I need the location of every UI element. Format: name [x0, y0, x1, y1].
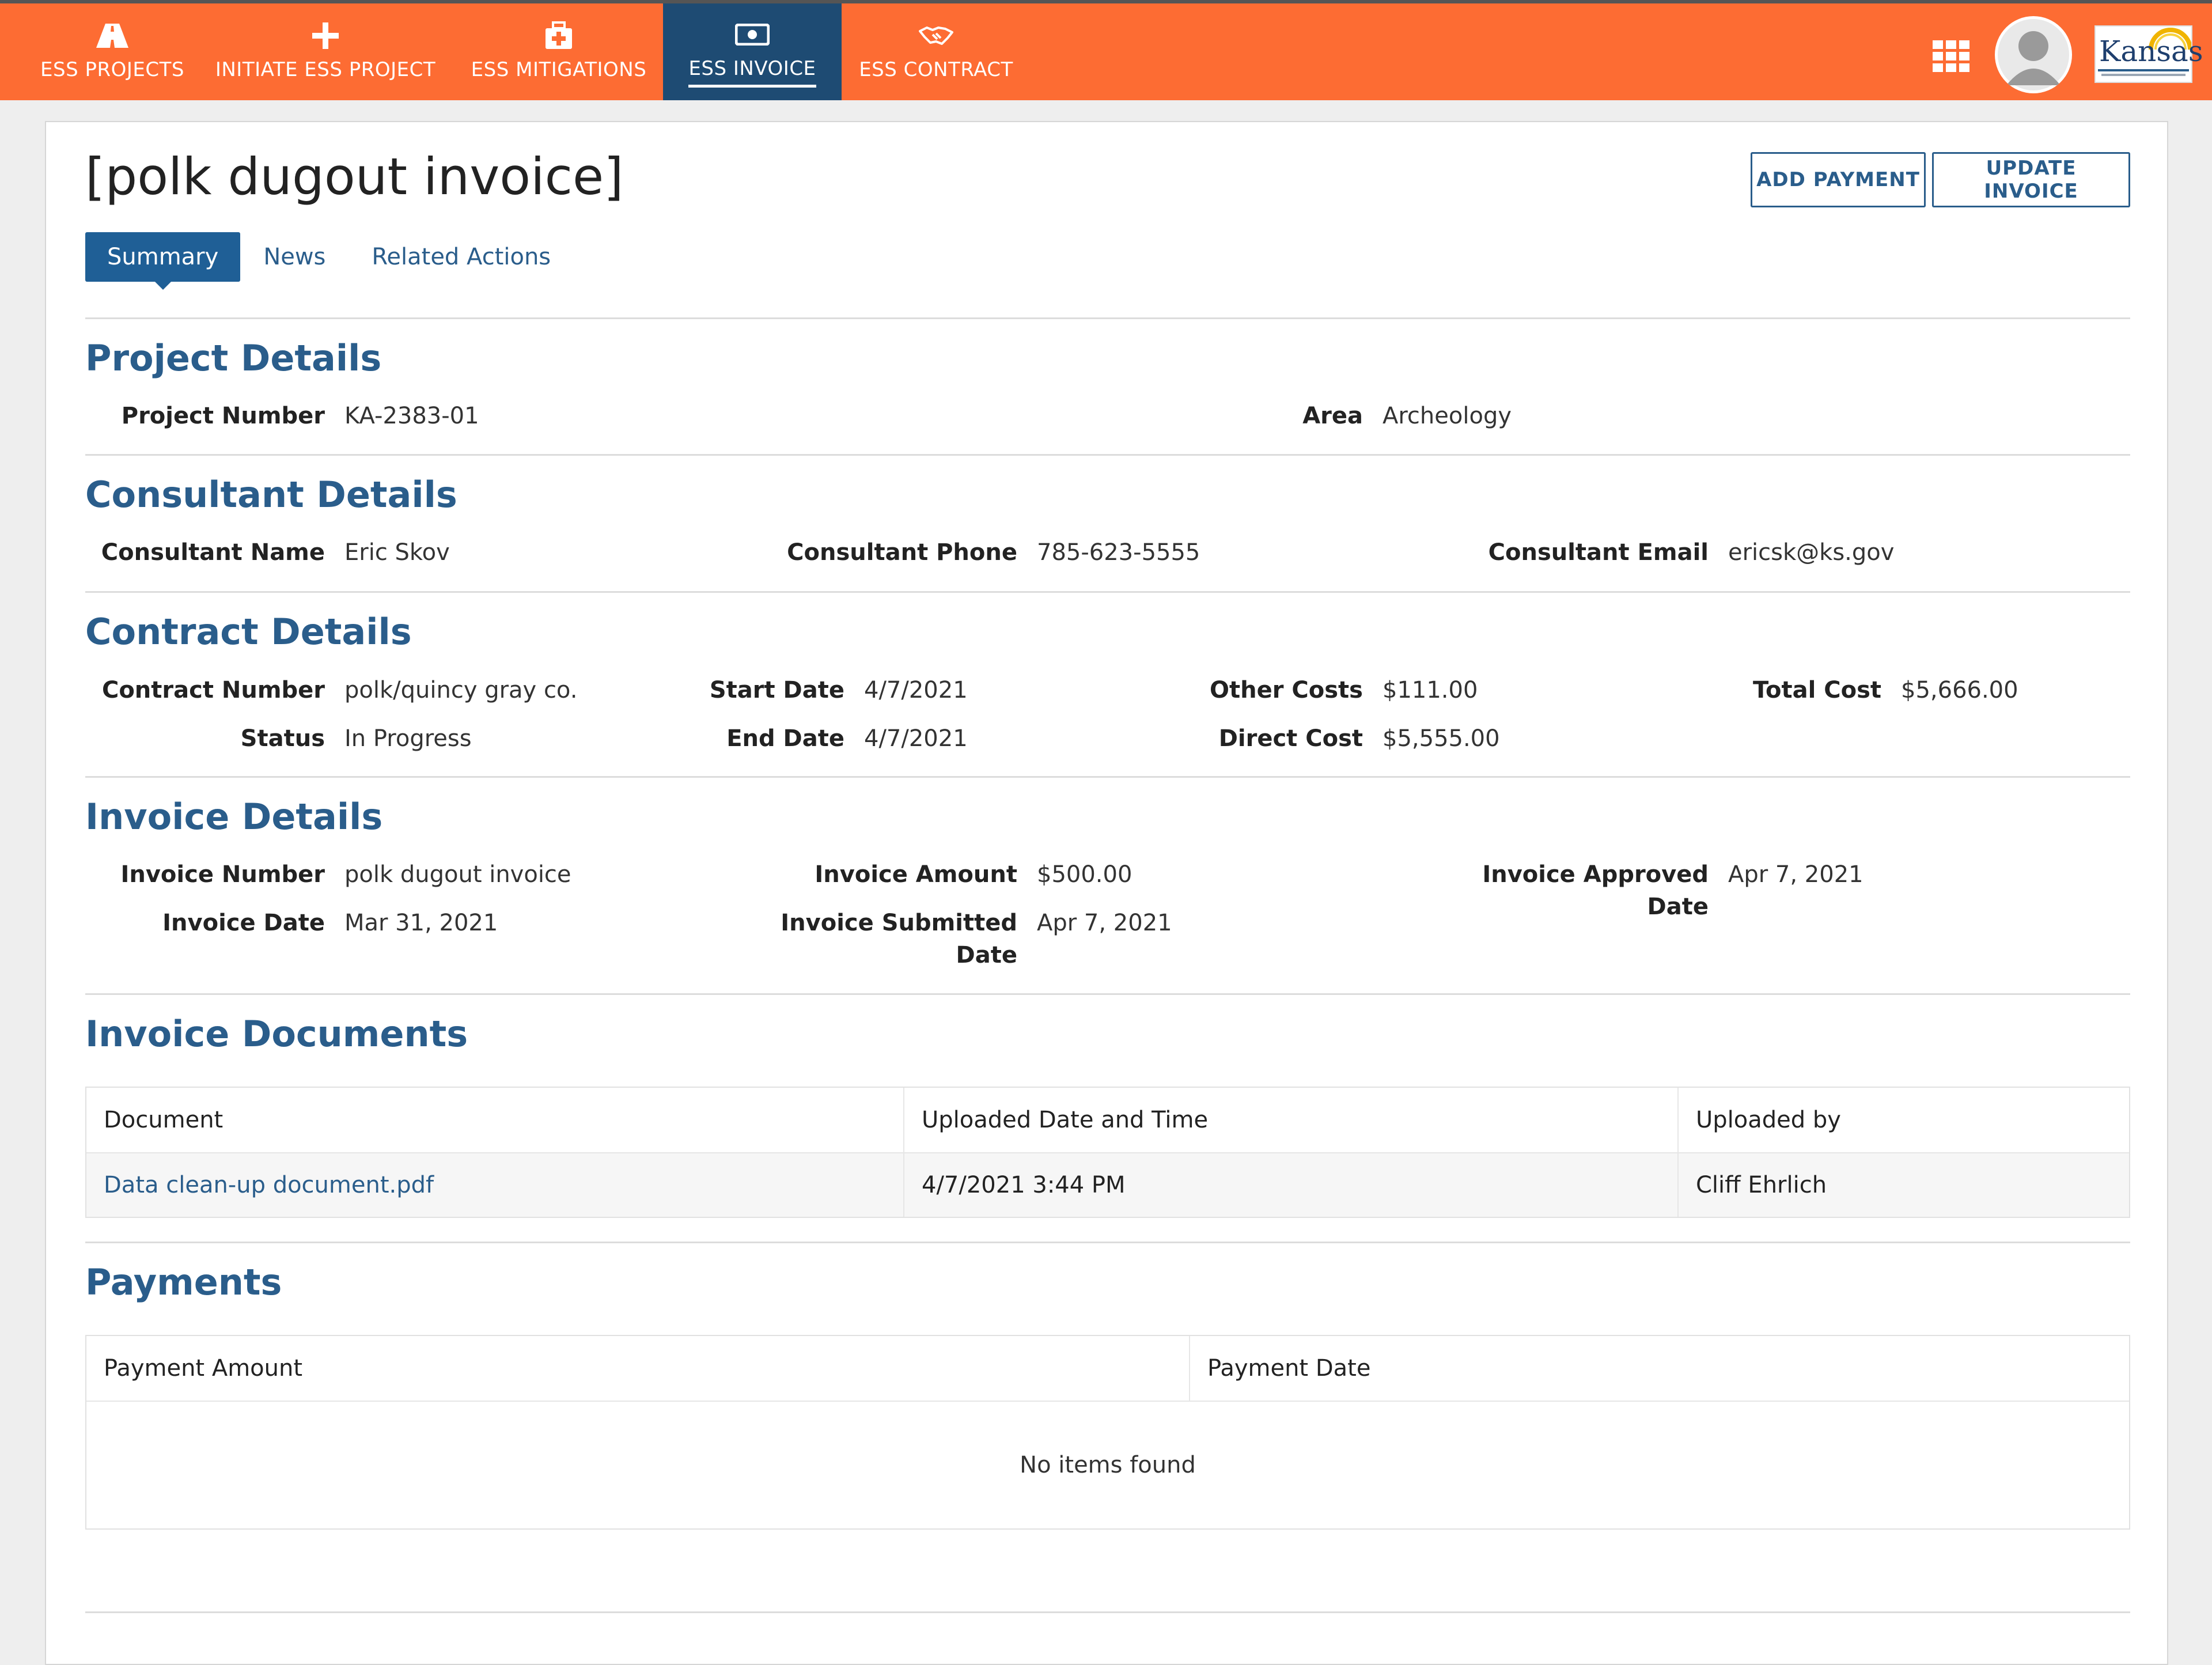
consultant-name-label: Consultant Name	[101, 539, 325, 566]
invoice-submitted-label-line2: Date	[956, 942, 1017, 968]
table-header-row: Document Uploaded Date and Time Uploaded…	[86, 1088, 2129, 1153]
consultant-email-value: ericsk@ks.gov	[1728, 539, 1895, 566]
nav-label: ESS PROJECTS	[40, 58, 184, 81]
other-costs-label: Other Costs	[1210, 677, 1363, 703]
section-title-contract-details: Contract Details	[85, 611, 412, 653]
page-title: [polk dugout invoice]	[85, 147, 624, 206]
nav-ess-mitigations[interactable]: ESS MITIGATIONS	[461, 3, 657, 100]
invoice-amount-value: $500.00	[1037, 861, 1132, 888]
end-date-label: End Date	[726, 725, 844, 752]
invoice-submitted-label-line1: Invoice Submitted	[781, 910, 1017, 936]
status-label: Status	[240, 725, 325, 752]
consultant-email-label: Consultant Email	[1488, 539, 1709, 566]
tab-related-actions[interactable]: Related Actions	[372, 232, 551, 282]
road-icon	[95, 18, 130, 54]
column-header-uploaded-date[interactable]: Uploaded Date and Time	[904, 1088, 1679, 1152]
invoice-date-label: Invoice Date	[162, 910, 325, 936]
user-avatar-icon[interactable]	[1995, 16, 2072, 93]
invoice-number-value: polk dugout invoice	[344, 861, 571, 888]
nav-label: INITIATE ESS PROJECT	[215, 58, 436, 81]
empty-state-message: No items found	[86, 1402, 2129, 1528]
medical-kit-icon	[543, 18, 574, 54]
start-date-label: Start Date	[709, 677, 844, 703]
uploaded-by-cell: Cliff Ehrlich	[1696, 1172, 1827, 1198]
area-value: Archeology	[1382, 403, 1512, 429]
divider	[85, 317, 2130, 319]
section-title-invoice-details: Invoice Details	[85, 796, 383, 838]
payments-table: Payment Amount Payment Date No items fou…	[85, 1335, 2130, 1530]
grid-apps-icon[interactable]	[1933, 40, 1969, 73]
plus-icon	[311, 18, 340, 54]
nav-ess-contract[interactable]: ESS CONTRACT	[853, 3, 1020, 100]
project-number-label: Project Number	[121, 403, 325, 429]
column-header-uploaded-by[interactable]: Uploaded by	[1679, 1088, 2129, 1152]
divider	[85, 1611, 2130, 1613]
document-link[interactable]: Data clean-up document.pdf	[86, 1153, 904, 1217]
section-title-invoice-documents: Invoice Documents	[85, 1013, 468, 1055]
invoice-amount-label: Invoice Amount	[815, 861, 1017, 888]
area-label: Area	[1302, 403, 1363, 429]
invoice-submitted-label: Invoice Submitted Date	[749, 907, 1017, 971]
table-row: Data clean-up document.pdf 4/7/2021 3:44…	[86, 1153, 2129, 1217]
divider	[85, 993, 2130, 995]
section-title-payments: Payments	[85, 1261, 282, 1303]
section-title-project-details: Project Details	[85, 337, 382, 379]
column-header-payment-amount[interactable]: Payment Amount	[86, 1336, 1190, 1401]
direct-cost-label: Direct Cost	[1218, 725, 1363, 752]
divider	[85, 454, 2130, 456]
invoice-approved-label-line2: Date	[1647, 894, 1709, 920]
documents-table: Document Uploaded Date and Time Uploaded…	[85, 1087, 2130, 1218]
total-cost-label: Total Cost	[1753, 677, 1881, 703]
add-payment-button[interactable]: ADD PAYMENT	[1751, 152, 1926, 207]
consultant-name-value: Eric Skov	[344, 539, 450, 566]
column-header-document[interactable]: Document	[86, 1088, 904, 1152]
direct-cost-value: $5,555.00	[1382, 725, 1500, 752]
divider	[85, 776, 2130, 778]
top-nav-bar: ESS PROJECTS INITIATE ESS PROJECT ESS MI…	[0, 0, 2212, 100]
nav-label: ESS MITIGATIONS	[471, 58, 647, 81]
status-value: In Progress	[344, 725, 472, 752]
money-bill-icon	[735, 17, 770, 52]
consultant-phone-value: 785-623-5555	[1037, 539, 1200, 566]
nav-label: ESS INVOICE	[688, 57, 816, 88]
contract-number-label: Contract Number	[101, 677, 325, 703]
invoice-date-value: Mar 31, 2021	[344, 910, 498, 936]
invoice-approved-label-line1: Invoice Approved	[1482, 861, 1709, 888]
invoice-approved-label: Invoice Approved Date	[1440, 858, 1709, 923]
end-date-value: 4/7/2021	[864, 725, 968, 752]
tab-news[interactable]: News	[263, 232, 325, 282]
project-number-value: KA-2383-01	[344, 403, 479, 429]
column-header-payment-date[interactable]: Payment Date	[1190, 1336, 2129, 1401]
total-cost-value: $5,666.00	[1901, 677, 2018, 703]
table-header-row: Payment Amount Payment Date	[86, 1336, 2129, 1402]
start-date-value: 4/7/2021	[864, 677, 968, 703]
handshake-icon	[919, 18, 953, 54]
divider	[85, 591, 2130, 593]
other-costs-value: $111.00	[1382, 677, 1478, 703]
nav-ess-projects[interactable]: ESS PROJECTS	[23, 3, 202, 100]
section-title-consultant-details: Consultant Details	[85, 474, 457, 516]
logo-text: Kansas	[2099, 35, 2203, 68]
consultant-phone-label: Consultant Phone	[787, 539, 1017, 566]
tab-bar: Summary News Related Actions	[85, 232, 551, 290]
uploaded-date-cell: 4/7/2021 3:44 PM	[904, 1153, 1679, 1217]
nav-ess-invoice[interactable]: ESS INVOICE	[663, 3, 842, 100]
nav-initiate-ess-project[interactable]: INITIATE ESS PROJECT	[213, 3, 438, 100]
tab-summary[interactable]: Summary	[85, 232, 241, 290]
nav-label: ESS CONTRACT	[859, 58, 1013, 81]
divider	[85, 1242, 2130, 1243]
invoice-approved-value: Apr 7, 2021	[1728, 861, 1863, 888]
invoice-number-label: Invoice Number	[120, 861, 325, 888]
invoice-submitted-value: Apr 7, 2021	[1037, 910, 1172, 936]
kansas-logo: Kansas	[2094, 25, 2203, 83]
contract-number-value: polk/quincy gray co.	[344, 677, 578, 703]
update-invoice-button[interactable]: UPDATE INVOICE	[1932, 152, 2130, 207]
